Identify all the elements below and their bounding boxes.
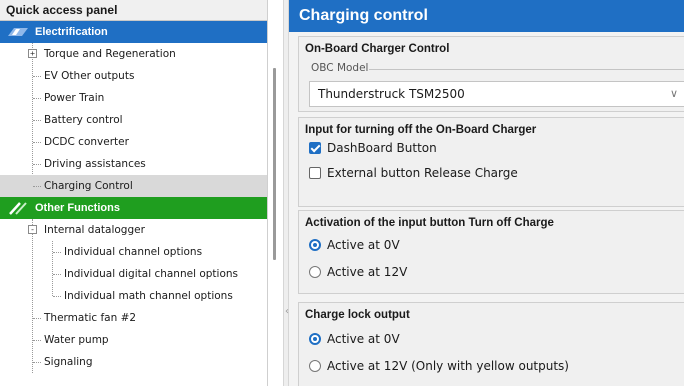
charge-lock-active-0v-radio[interactable]: Active at 0V bbox=[309, 331, 400, 347]
turn-off-group-title: Input for turning off the On-Board Charg… bbox=[305, 124, 537, 136]
expand-icon[interactable]: + bbox=[28, 49, 37, 58]
charge-lock-group: Charge lock output Active at 0V Active a… bbox=[298, 302, 684, 386]
external-button-checkbox[interactable]: External button Release Charge bbox=[309, 165, 518, 181]
checkbox-checked-icon[interactable] bbox=[309, 142, 321, 154]
activation-active-0v-radio[interactable]: Active at 0V bbox=[309, 237, 400, 253]
radio-selected-icon[interactable] bbox=[309, 239, 321, 251]
tree-item-charging-control[interactable]: Charging Control bbox=[0, 175, 267, 197]
collapse-icon[interactable]: - bbox=[28, 225, 37, 234]
quick-access-panel-title: Quick access panel bbox=[0, 0, 267, 21]
tree-item-ev-other-outputs[interactable]: EV Other outputs bbox=[0, 65, 267, 87]
page-title: Charging control bbox=[289, 0, 684, 32]
turn-off-input-group: Input for turning off the On-Board Charg… bbox=[298, 117, 684, 207]
tree-scrollbar[interactable] bbox=[273, 68, 276, 260]
obc-model-label: OBC Model bbox=[311, 62, 369, 74]
divider bbox=[369, 69, 684, 70]
tree-item-individual-digital-channel-options[interactable]: Individual digital channel options bbox=[0, 263, 267, 285]
tree-item-dcdc-converter[interactable]: DCDC converter bbox=[0, 131, 267, 153]
category-other-functions-label: Other Functions bbox=[35, 202, 120, 214]
category-other-functions[interactable]: Other Functions bbox=[0, 197, 267, 219]
obc-model-value: Thunderstruck TSM2500 bbox=[318, 87, 465, 101]
charge-lock-active-12v-radio[interactable]: Active at 12V (Only with yellow outputs) bbox=[309, 358, 569, 374]
chevron-down-icon: ∨ bbox=[669, 87, 678, 100]
obc-model-select[interactable]: Thunderstruck TSM2500 ∨ bbox=[309, 81, 684, 107]
tree-item-driving-assistances[interactable]: Driving assistances bbox=[0, 153, 267, 175]
category-electrification-label: Electrification bbox=[35, 26, 108, 38]
tree-item-internal-datalogger[interactable]: - Internal datalogger bbox=[0, 219, 267, 241]
quick-access-panel: Quick access panel Electrification + Tor… bbox=[0, 0, 268, 386]
checkbox-unchecked-icon[interactable] bbox=[309, 167, 321, 179]
obc-control-group: On-Board Charger Control OBC Model Thund… bbox=[298, 36, 684, 112]
other-functions-tree: - Internal datalogger Individual channel… bbox=[0, 219, 267, 373]
tree-item-battery-control[interactable]: Battery control bbox=[0, 109, 267, 131]
tree-item-torque-and-regeneration[interactable]: + Torque and Regeneration bbox=[0, 43, 267, 65]
category-electrification[interactable]: Electrification bbox=[0, 21, 267, 43]
tree-item-power-train[interactable]: Power Train bbox=[0, 87, 267, 109]
activation-group: Activation of the input button Turn off … bbox=[298, 210, 684, 294]
tree-item-signaling[interactable]: Signaling bbox=[0, 351, 267, 373]
radio-selected-icon[interactable] bbox=[309, 333, 321, 345]
obc-group-title: On-Board Charger Control bbox=[305, 43, 450, 55]
radio-unselected-icon[interactable] bbox=[309, 360, 321, 372]
electrification-tree: + Torque and Regeneration EV Other outpu… bbox=[0, 43, 267, 197]
electrification-icon bbox=[8, 28, 28, 36]
tree-item-thermatic-fan-2[interactable]: Thermatic fan #2 bbox=[0, 307, 267, 329]
tree-item-individual-math-channel-options[interactable]: Individual math channel options bbox=[0, 285, 267, 307]
activation-active-12v-radio[interactable]: Active at 12V bbox=[309, 264, 407, 280]
charge-lock-group-title: Charge lock output bbox=[305, 309, 410, 321]
activation-group-title: Activation of the input button Turn off … bbox=[305, 217, 554, 229]
charging-control-panel: Charging control On-Board Charger Contro… bbox=[289, 0, 684, 386]
tools-icon bbox=[9, 202, 27, 215]
tree-item-water-pump[interactable]: Water pump bbox=[0, 329, 267, 351]
dashboard-button-checkbox[interactable]: DashBoard Button bbox=[309, 140, 437, 156]
radio-unselected-icon[interactable] bbox=[309, 266, 321, 278]
tree-item-individual-channel-options[interactable]: Individual channel options bbox=[0, 241, 267, 263]
